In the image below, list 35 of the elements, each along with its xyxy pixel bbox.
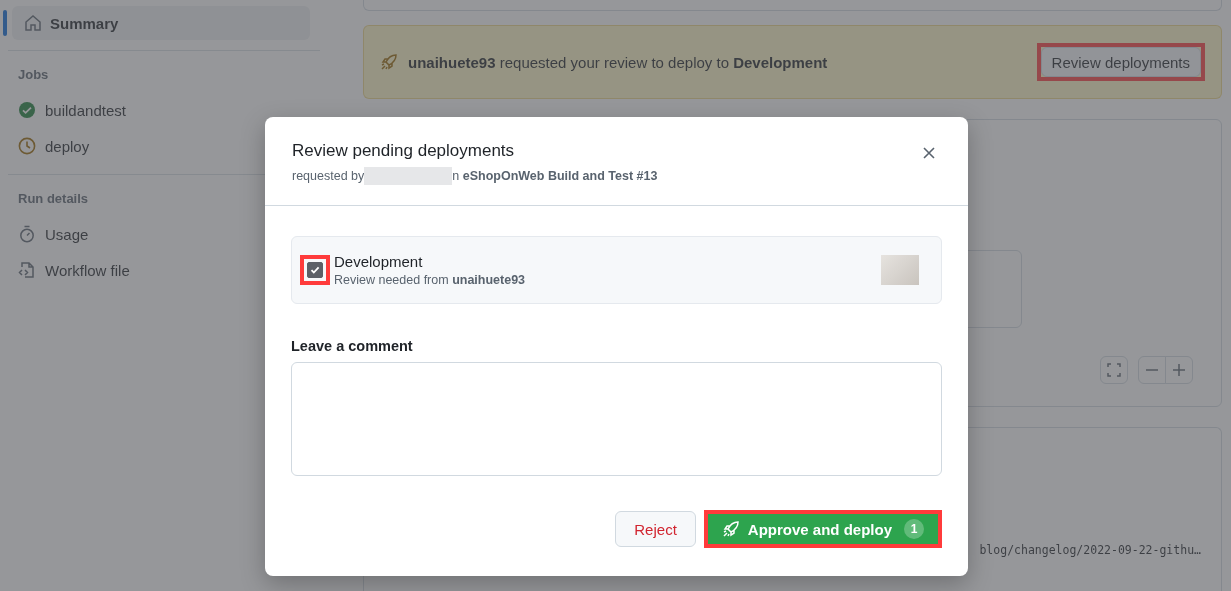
subtitle-text: requested by bbox=[292, 169, 365, 183]
environment-name: Development bbox=[334, 253, 424, 270]
log-line: blog/changelog/2022-09-22-githu… bbox=[979, 543, 1201, 557]
checkmark-icon bbox=[310, 265, 320, 275]
banner-message: unaihuete93 requested your review to deploy to Development bbox=[408, 53, 829, 71]
rocket-icon bbox=[721, 520, 740, 538]
section-heading: Run details bbox=[17, 190, 90, 208]
avatar bbox=[881, 255, 919, 285]
fullscreen-button[interactable] bbox=[1100, 356, 1128, 384]
dialog-title: Review pending deployments bbox=[292, 141, 516, 161]
plus-icon bbox=[1171, 362, 1187, 378]
close-icon bbox=[921, 145, 937, 161]
environment-detail: Review needed from unaihuete93 bbox=[334, 273, 527, 287]
review-deployments-button[interactable]: Review deployments bbox=[1040, 47, 1201, 77]
comment-field[interactable] bbox=[291, 362, 942, 476]
stopwatch-icon bbox=[18, 225, 36, 243]
comment-label: Leave a comment bbox=[291, 338, 414, 354]
sidebar-nav-item[interactable]: Workflow file bbox=[0, 252, 320, 288]
reject-button[interactable]: Reject bbox=[615, 511, 696, 547]
home-icon bbox=[24, 14, 42, 32]
rocket-icon bbox=[380, 53, 398, 71]
file-code-icon bbox=[18, 261, 36, 279]
minus-icon bbox=[1146, 369, 1158, 371]
approve-button[interactable]: Approve and deploy 1 bbox=[707, 514, 938, 544]
zoom-out-button[interactable] bbox=[1138, 356, 1166, 384]
zoom-in-button[interactable] bbox=[1165, 356, 1193, 384]
subtitle-text: n eShopOnWeb Build and Test #13 bbox=[452, 169, 658, 183]
sidebar-nav-item[interactable]: buildandtest bbox=[0, 92, 320, 128]
clock-icon bbox=[18, 137, 36, 155]
count-badge: 1 bbox=[904, 519, 924, 539]
check-circle-icon bbox=[18, 101, 36, 119]
sidebar-nav-item[interactable]: Usage bbox=[0, 216, 320, 252]
section-heading: Jobs bbox=[17, 66, 50, 84]
environment-checkbox[interactable] bbox=[307, 262, 323, 278]
fullscreen-icon bbox=[1106, 362, 1122, 378]
